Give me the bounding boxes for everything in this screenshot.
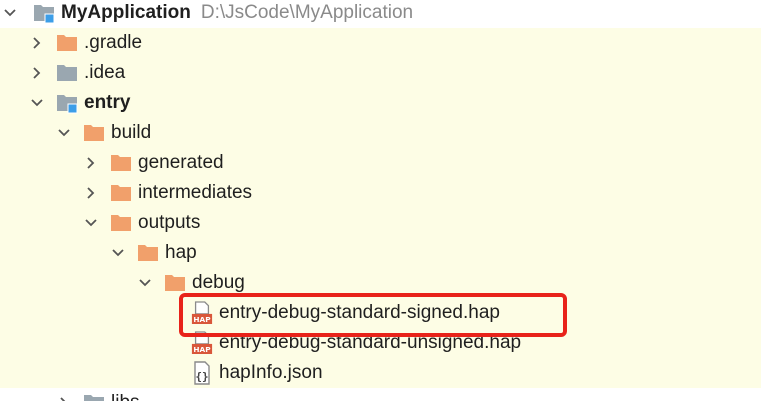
- chevron-down-icon[interactable]: [57, 126, 71, 140]
- tree-item-label: build: [111, 122, 152, 143]
- svg-text:{}: {}: [195, 370, 208, 383]
- tree-row-build[interactable]: build: [0, 118, 761, 148]
- module-folder-icon: [56, 92, 78, 114]
- tree-item-label: entry-debug-standard-signed.hap: [219, 302, 500, 323]
- module-folder-icon: [33, 2, 55, 24]
- folder-gray-icon: [56, 62, 78, 84]
- tree-item-label: hap: [165, 242, 197, 263]
- json-file-icon: {}: [191, 361, 213, 385]
- tree-item-label: .idea: [84, 62, 126, 83]
- tree-item-label: generated: [138, 152, 224, 173]
- chevron-down-icon[interactable]: [138, 276, 152, 290]
- folder-orange-icon: [83, 122, 105, 144]
- project-name: MyApplication: [61, 2, 191, 23]
- tree-row-idea[interactable]: .idea: [0, 58, 761, 88]
- chevron-right-icon[interactable]: [30, 66, 44, 80]
- tree-row-root[interactable]: MyApplication D:\JsCode\MyApplication: [0, 0, 761, 28]
- hap-file-icon: HAP: [191, 301, 213, 324]
- folder-orange-icon: [110, 212, 132, 234]
- tree-item-label: outputs: [138, 212, 201, 233]
- tree-row-unsigned-hap[interactable]: HAP entry-debug-standard-unsigned.hap: [0, 328, 761, 358]
- tree-row-debug[interactable]: debug: [0, 268, 761, 298]
- chevron-down-icon[interactable]: [84, 216, 98, 230]
- chevron-right-icon[interactable]: [57, 396, 71, 401]
- tree-row-signed-hap[interactable]: HAP entry-debug-standard-signed.hap: [0, 298, 761, 328]
- tree-item-label: libs: [111, 392, 140, 401]
- folder-orange-icon: [110, 182, 132, 204]
- tree-row-gradle[interactable]: .gradle: [0, 28, 761, 58]
- hap-file-icon: HAP: [191, 331, 213, 354]
- tree-row-entry[interactable]: entry: [0, 88, 761, 118]
- folder-orange-icon: [56, 32, 78, 54]
- chevron-down-icon[interactable]: [30, 96, 44, 110]
- tree-item-label: debug: [192, 272, 245, 293]
- folder-orange-icon: [110, 152, 132, 174]
- tree-row-libs[interactable]: libs: [0, 388, 761, 401]
- project-path: D:\JsCode\MyApplication: [200, 2, 414, 23]
- tree-item-label: entry: [84, 92, 131, 113]
- chevron-right-icon[interactable]: [84, 156, 98, 170]
- tree-item-label: hapInfo.json: [219, 362, 323, 383]
- folder-orange-icon: [164, 272, 186, 294]
- tree-row-hapinfo[interactable]: {} hapInfo.json: [0, 358, 761, 388]
- chevron-down-icon[interactable]: [111, 246, 125, 260]
- tree-row-outputs[interactable]: outputs: [0, 208, 761, 238]
- folder-orange-icon: [137, 242, 159, 264]
- chevron-right-icon[interactable]: [84, 186, 98, 200]
- tree-item-label: .gradle: [84, 32, 143, 53]
- svg-text:HAP: HAP: [193, 315, 211, 324]
- tree-item-label: entry-debug-standard-unsigned.hap: [219, 332, 522, 353]
- tree-row-hap[interactable]: hap: [0, 238, 761, 268]
- folder-gray-icon: [83, 392, 105, 401]
- svg-text:HAP: HAP: [193, 345, 211, 354]
- tree-row-generated[interactable]: generated: [0, 148, 761, 178]
- tree-item-label: intermediates: [138, 182, 253, 203]
- project-tree: MyApplication D:\JsCode\MyApplication .g…: [0, 0, 761, 401]
- tree-row-intermediates[interactable]: intermediates: [0, 178, 761, 208]
- chevron-right-icon[interactable]: [30, 36, 44, 50]
- chevron-down-icon[interactable]: [3, 6, 17, 20]
